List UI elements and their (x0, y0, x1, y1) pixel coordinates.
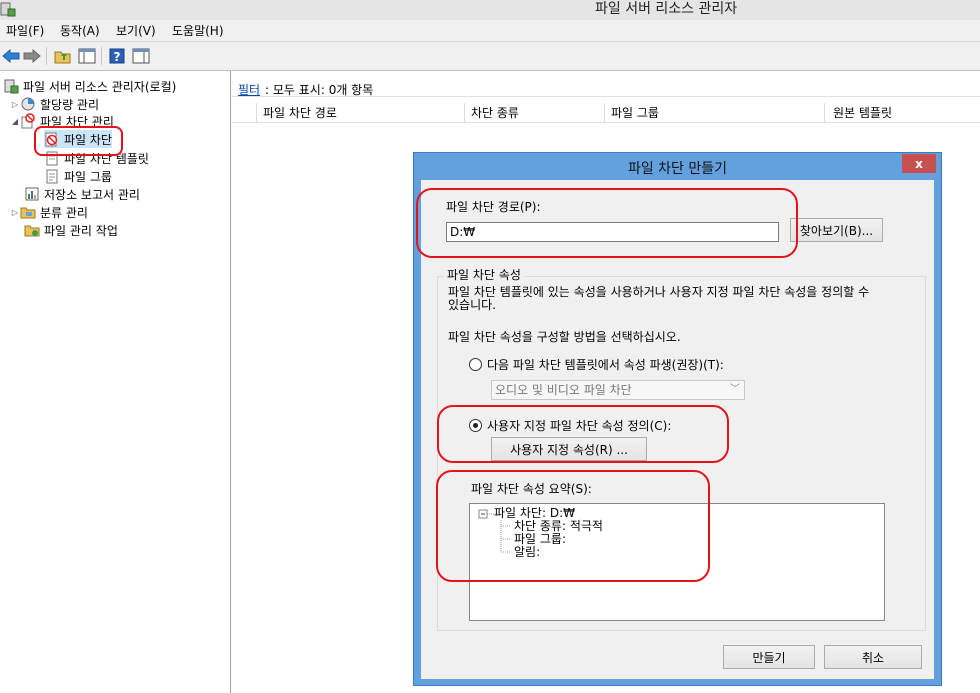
browse-button[interactable]: 찾아보기(B)... (790, 218, 883, 242)
radio-template-label[interactable]: 다음 파일 차단 템플릿에서 속성 파생(권장)(T): (487, 358, 724, 372)
filter-status: : 모두 표시: 0개 항목 (265, 83, 374, 97)
tree-item-label: 파일 관리 작업 (44, 223, 118, 238)
tree-item-label: 분류 관리 (40, 205, 88, 220)
file-tasks-icon (24, 222, 40, 238)
dialog-title: 파일 차단 만들기 (627, 161, 728, 177)
tree-item-label: 파일 그룹 (64, 169, 112, 184)
classification-icon (20, 204, 36, 220)
properties-group-title: 파일 차단 속성 (444, 268, 524, 282)
custom-properties-button[interactable]: 사용자 지정 속성(R) ... (491, 437, 647, 461)
tree-item-screen-templates[interactable]: 파일 차단 템플릿 (44, 149, 149, 167)
collapse-arrow-icon[interactable]: ◢ (10, 117, 20, 126)
title-bar: 파일 서버 리소스 관리자 (0, 0, 980, 20)
tree-item-storage-reports[interactable]: 저장소 보고서 관리 (24, 185, 140, 203)
help-icon[interactable]: ? (107, 46, 127, 66)
file-screen-icon (44, 131, 60, 147)
show-hide-tree-icon[interactable] (77, 46, 97, 66)
chevron-down-icon: ﹀ (730, 384, 740, 395)
forward-icon[interactable] (22, 46, 42, 66)
column-file-groups[interactable]: 파일 그룹 (604, 103, 824, 123)
console-tree: 파일 서버 리소스 관리자(로컬) ▷ 할당량 관리 ◢ 파일 차단 관리 파일… (0, 71, 231, 693)
cancel-button[interactable]: 취소 (824, 645, 922, 669)
template-select-value: 오디오 및 비디오 파일 차단 (495, 383, 632, 397)
expand-arrow-icon[interactable]: ▷ (10, 208, 20, 217)
summary-tree[interactable]: 파일 차단: D:₩ 차단 종류: 적극적 파일 그룹: 알림: (469, 503, 885, 621)
radio-template[interactable] (469, 358, 482, 371)
tree-item-root[interactable]: 파일 서버 리소스 관리자(로컬) (3, 77, 176, 95)
reports-icon (24, 186, 40, 202)
path-input[interactable]: D:₩ (446, 222, 779, 242)
tree-item-label: 파일 차단 (64, 132, 112, 147)
filter-bar: 필터 : 모두 표시: 0개 항목 (232, 79, 980, 97)
quota-icon (20, 96, 36, 112)
summary-notifications: 알림: (514, 545, 541, 559)
menu-file[interactable]: 파일(F) (6, 23, 44, 39)
tree-item-label: 파일 서버 리소스 관리자(로컬) (23, 79, 177, 94)
dialog-body: 파일 차단 경로(P): D:₩ 찾아보기(B)... 파일 차단 속성 파일 … (421, 180, 934, 679)
tree-item-file-groups[interactable]: 파일 그룹 (44, 167, 112, 185)
radio-custom-label[interactable]: 사용자 지정 파일 차단 속성 정의(C): (487, 419, 671, 433)
up-folder-icon[interactable] (53, 46, 73, 66)
template-select[interactable]: 오디오 및 비디오 파일 차단 ﹀ (491, 380, 745, 400)
create-button[interactable]: 만들기 (723, 645, 815, 669)
tree-item-label: 할당량 관리 (40, 97, 100, 112)
toolbar-separator (46, 47, 47, 65)
column-screen-path[interactable]: 파일 차단 경로 (256, 103, 464, 123)
choose-method-text: 파일 차단 속성을 구성할 방법을 선택하십시오. (448, 330, 681, 344)
column-screen-type[interactable]: 차단 종류 (464, 103, 604, 123)
filter-link[interactable]: 필터 (238, 81, 260, 98)
column-source-template[interactable]: 원본 템플릿 (824, 103, 980, 123)
tree-item-label: 파일 차단 템플릿 (64, 151, 149, 166)
window-title: 파일 서버 리소스 관리자 (595, 1, 738, 17)
tree-item-label: 저장소 보고서 관리 (44, 187, 140, 202)
description-line-2: 있습니다. (448, 298, 496, 312)
expand-arrow-icon[interactable]: ▷ (10, 100, 20, 109)
file-group-icon (44, 168, 60, 184)
toolbar-separator (101, 47, 102, 65)
menu-action[interactable]: 동작(A) (60, 23, 100, 39)
tree-item-screening[interactable]: ◢ 파일 차단 관리 (10, 112, 114, 130)
column-header: 파일 차단 경로 차단 종류 파일 그룹 원본 템플릿 (232, 103, 980, 123)
summary-label: 파일 차단 속성 요약(S): (471, 482, 592, 496)
file-screen-management-icon (20, 113, 36, 129)
menu-view[interactable]: 보기(V) (116, 23, 156, 39)
description-line-1: 파일 차단 템플릿에 있는 속성을 사용하거나 사용자 지정 파일 차단 속성을… (448, 285, 870, 299)
menu-bar: 파일(F) 동작(A) 보기(V) 도움말(H) (0, 20, 980, 42)
toolbar: ? (0, 42, 980, 71)
tree-item-label: 파일 차단 관리 (40, 114, 114, 129)
back-icon[interactable] (1, 46, 21, 66)
tree-item-classification[interactable]: ▷ 분류 관리 (10, 203, 88, 221)
template-icon (44, 150, 60, 166)
fsrm-app-icon (0, 2, 16, 17)
create-file-screen-dialog: 파일 차단 만들기 x 파일 차단 경로(P): D:₩ 찾아보기(B)... … (413, 152, 942, 686)
tree-item-file-screens[interactable]: 파일 차단 (44, 130, 112, 148)
svg-text:?: ? (114, 50, 121, 64)
menu-help[interactable]: 도움말(H) (172, 23, 224, 39)
server-icon (3, 78, 19, 94)
dialog-title-bar[interactable]: 파일 차단 만들기 x (414, 153, 941, 180)
tree-item-quota[interactable]: ▷ 할당량 관리 (10, 95, 99, 113)
radio-custom[interactable] (469, 419, 482, 432)
path-label: 파일 차단 경로(P): (446, 200, 541, 214)
tree-item-file-tasks[interactable]: 파일 관리 작업 (24, 221, 118, 239)
action-pane-icon[interactable] (131, 46, 151, 66)
close-icon[interactable]: x (902, 154, 936, 173)
